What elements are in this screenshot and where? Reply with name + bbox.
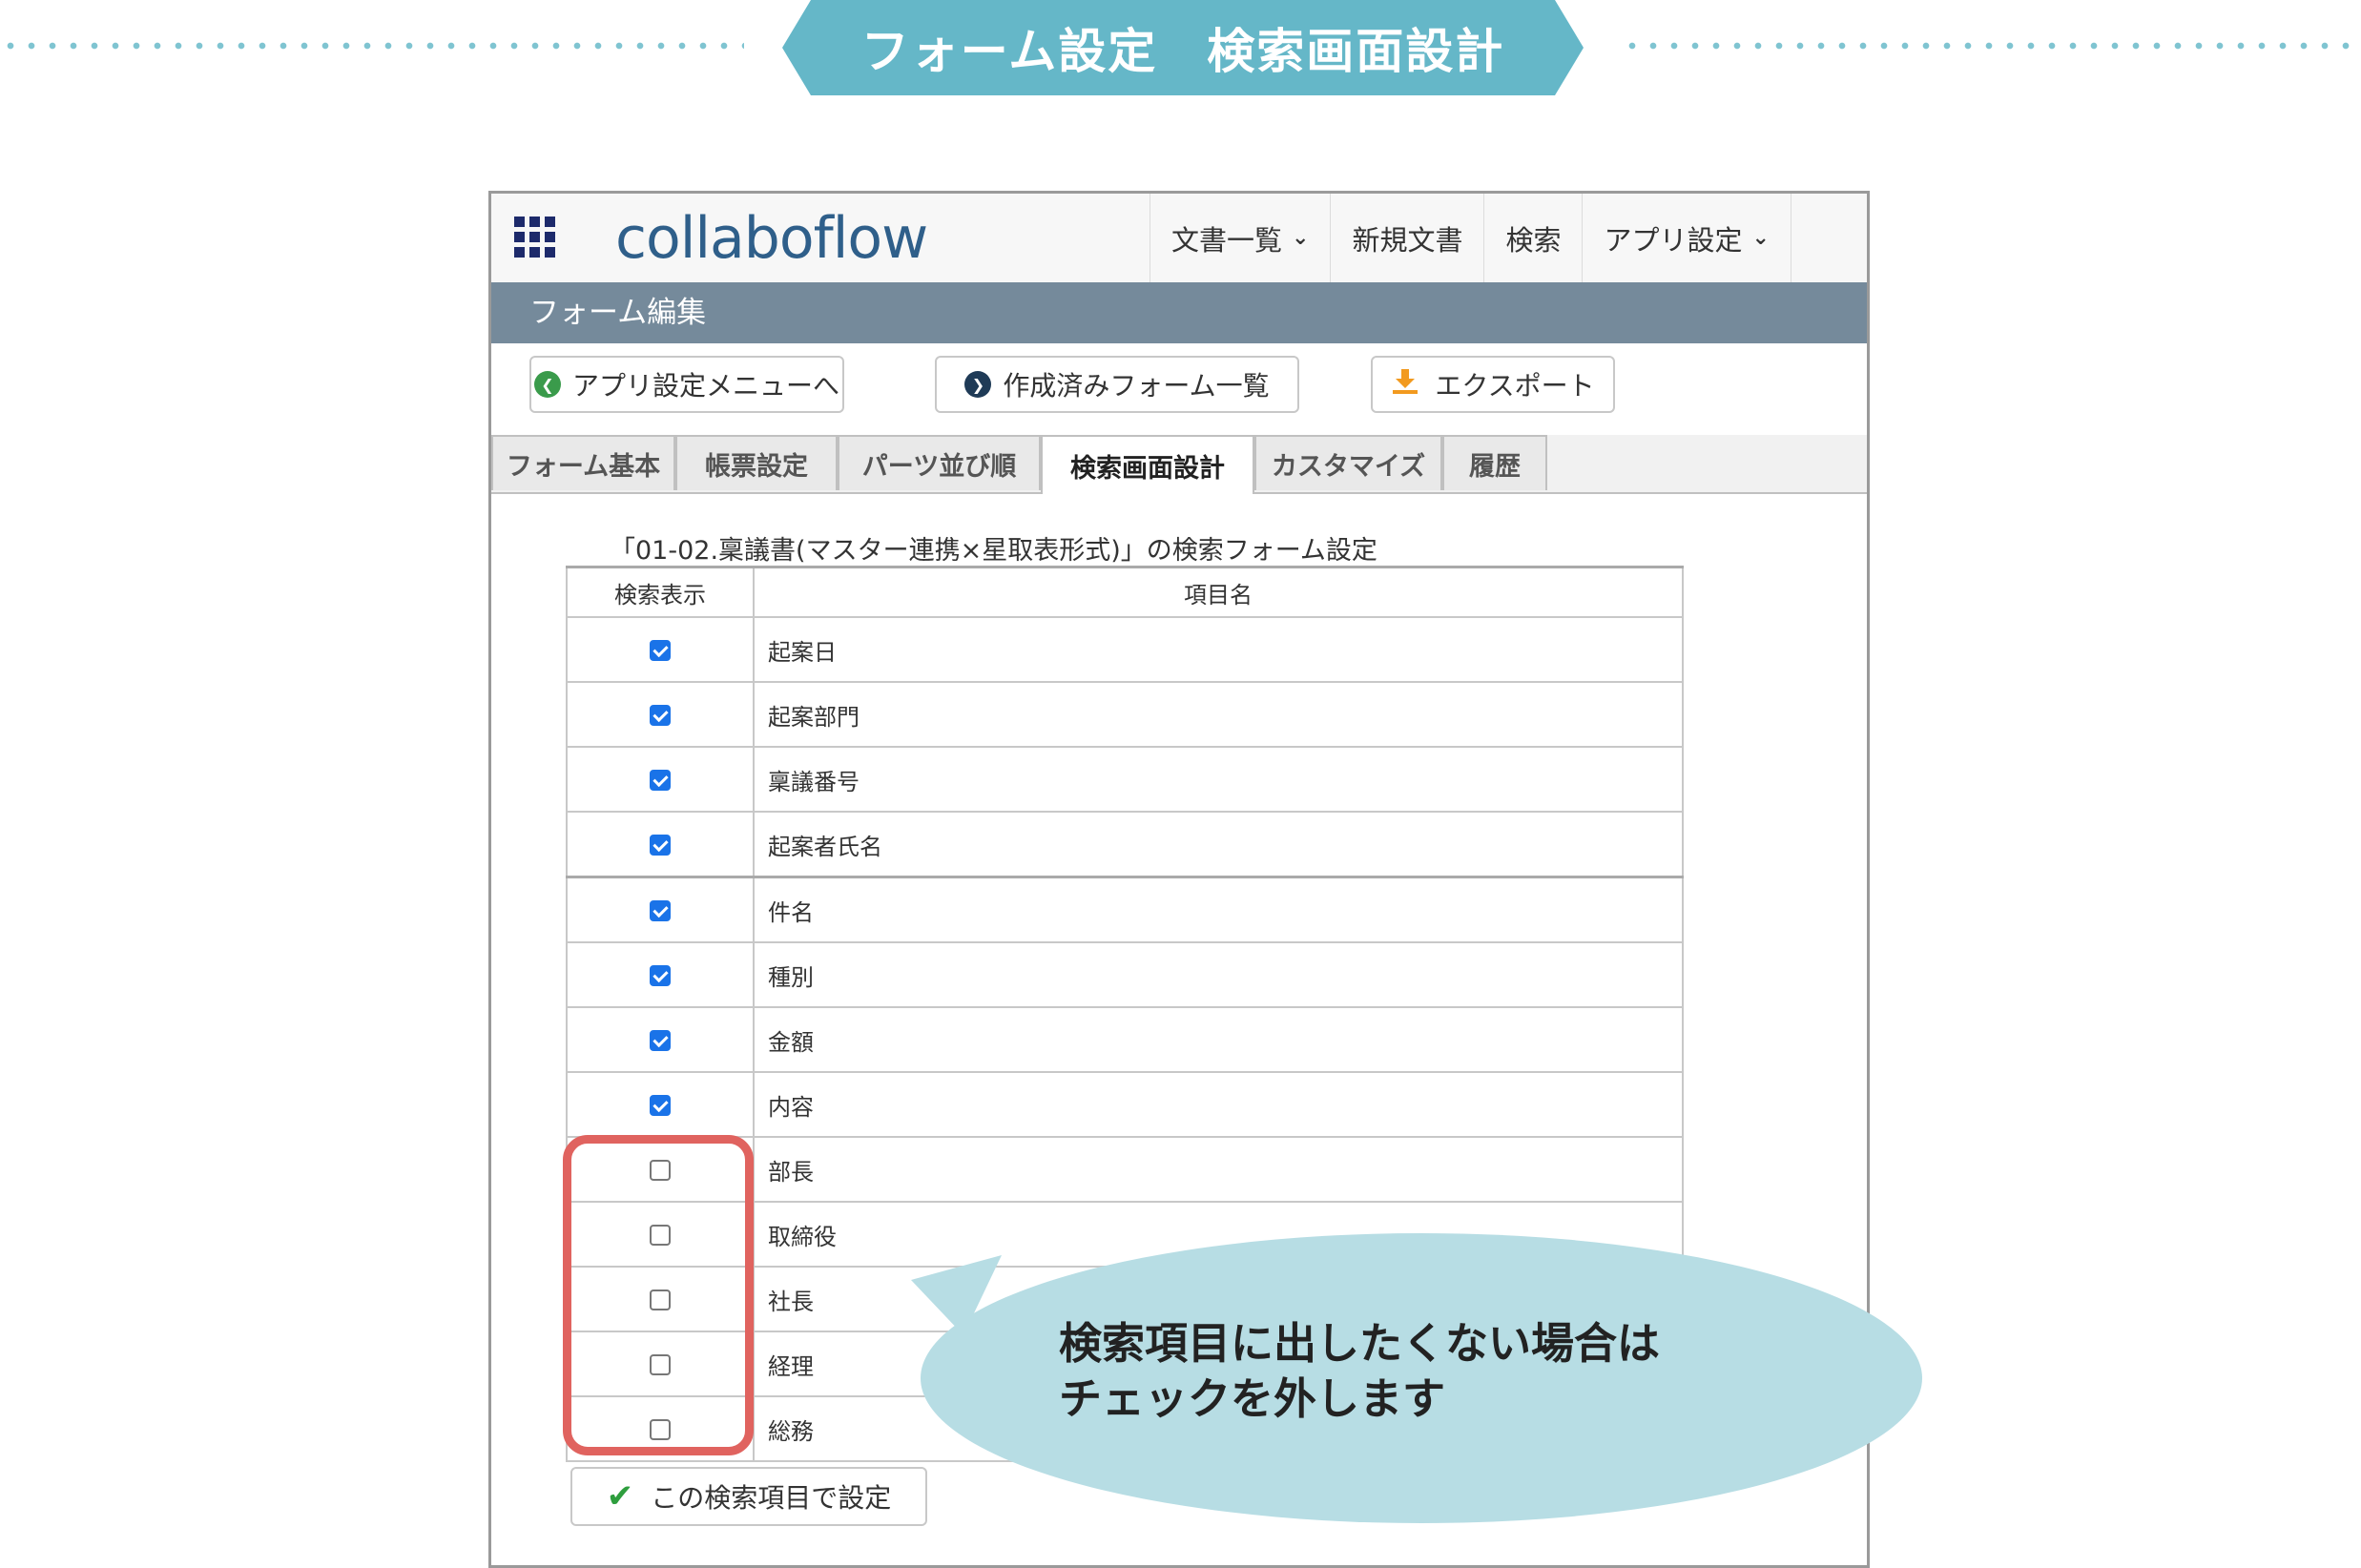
callout-text: 検索項目に出したくない場合は チェックを外します [1059, 1316, 1727, 1427]
callout-line-2: チェックを外します [1059, 1373, 1446, 1424]
callout-line-1: 検索項目に出したくない場合は [1059, 1318, 1661, 1369]
unchecked-highlight-box [563, 1135, 754, 1455]
